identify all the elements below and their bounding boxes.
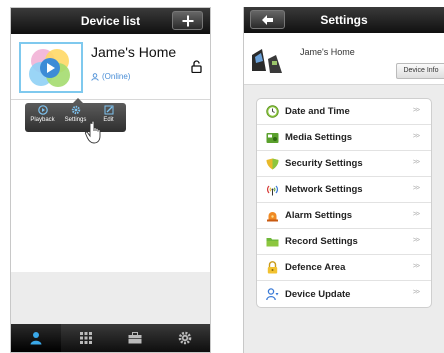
playback-button[interactable]: Playback — [26, 105, 59, 123]
online-status-text: (Online) — [102, 72, 131, 81]
user-icon — [91, 72, 99, 81]
device-name: Jame's Home — [300, 47, 355, 57]
page-title: Settings — [320, 13, 368, 27]
menu-item-security-settings[interactable]: Security Settings >> — [257, 151, 431, 177]
lock-icon — [265, 261, 279, 275]
menu-item-date-time[interactable]: Date and Time >> — [257, 99, 431, 125]
hand-pointer-icon — [84, 120, 101, 144]
bottom-tab-bar — [11, 324, 210, 352]
playback-label: Playback — [30, 117, 55, 123]
wifi-icon — [265, 183, 279, 197]
chevron-right-icon: >> — [412, 237, 420, 244]
device-info-button[interactable]: Device Info — [396, 63, 444, 79]
add-device-button[interactable] — [172, 11, 203, 30]
gear-icon — [178, 331, 192, 345]
tab-apps[interactable] — [61, 324, 111, 352]
menu-item-record-settings[interactable]: Record Settings >> — [257, 229, 431, 255]
chevron-right-icon: >> — [412, 159, 420, 166]
chevron-right-icon: >> — [412, 263, 420, 270]
menu-item-alarm-settings[interactable]: Alarm Settings >> — [257, 203, 431, 229]
device-list-screen: Device list Jame's Home (Online) Playbac… — [10, 7, 211, 353]
device-logo-icon — [29, 49, 70, 87]
device-list-header: Device list — [11, 8, 210, 34]
chevron-right-icon: >> — [412, 211, 420, 218]
tab-briefcase[interactable] — [111, 324, 161, 352]
menu-item-label: Defence Area — [285, 262, 346, 273]
shield-icon — [265, 157, 279, 171]
edit-icon — [104, 105, 113, 115]
menu-item-media-settings[interactable]: Media Settings >> — [257, 125, 431, 151]
device-name: Jame's Home — [91, 44, 177, 60]
chevron-right-icon: >> — [412, 107, 420, 114]
device-action-popup: Playback Settings Edit — [25, 98, 126, 132]
alarm-icon — [265, 209, 279, 223]
chevron-right-icon: >> — [412, 289, 420, 296]
clock-icon — [265, 105, 279, 119]
device-thumbnail-icon — [252, 47, 282, 73]
media-icon — [265, 131, 279, 145]
menu-item-label: Security Settings — [285, 158, 363, 169]
menu-item-label: Record Settings — [285, 236, 358, 247]
update-icon — [265, 287, 279, 301]
chevron-right-icon: >> — [412, 185, 420, 192]
settings-header: Settings — [244, 7, 444, 33]
gear-icon — [71, 105, 80, 115]
play-icon — [37, 105, 48, 115]
menu-item-label: Device Update — [285, 288, 351, 300]
settings-device-row: Jame's Home Device Info — [244, 33, 444, 85]
device-item[interactable]: Jame's Home (Online) — [11, 34, 210, 100]
menu-item-defence-area[interactable]: Defence Area >> — [257, 255, 431, 281]
menu-item-label: Date and Time — [285, 106, 350, 117]
device-status: (Online) — [91, 72, 130, 81]
menu-item-label: Network Settings — [285, 184, 363, 195]
grid-icon — [79, 332, 92, 344]
settings-screen: Settings Jame's Home Device Info Date an… — [243, 7, 444, 353]
record-icon — [265, 235, 279, 249]
tab-settings[interactable] — [160, 324, 210, 352]
tab-devices[interactable] — [11, 324, 61, 352]
briefcase-icon — [128, 332, 142, 344]
unlock-icon[interactable] — [191, 60, 202, 73]
menu-item-network-settings[interactable]: Network Settings >> — [257, 177, 431, 203]
device-thumbnail[interactable] — [19, 42, 83, 93]
menu-item-label: Alarm Settings — [285, 210, 353, 221]
chevron-right-icon: >> — [412, 133, 420, 140]
menu-item-label: Media Settings — [285, 132, 353, 143]
settings-menu: Date and Time >> Media Settings >> Secur… — [256, 98, 432, 308]
person-icon — [30, 332, 42, 345]
menu-item-device-update[interactable]: Device Update >> — [257, 281, 431, 307]
